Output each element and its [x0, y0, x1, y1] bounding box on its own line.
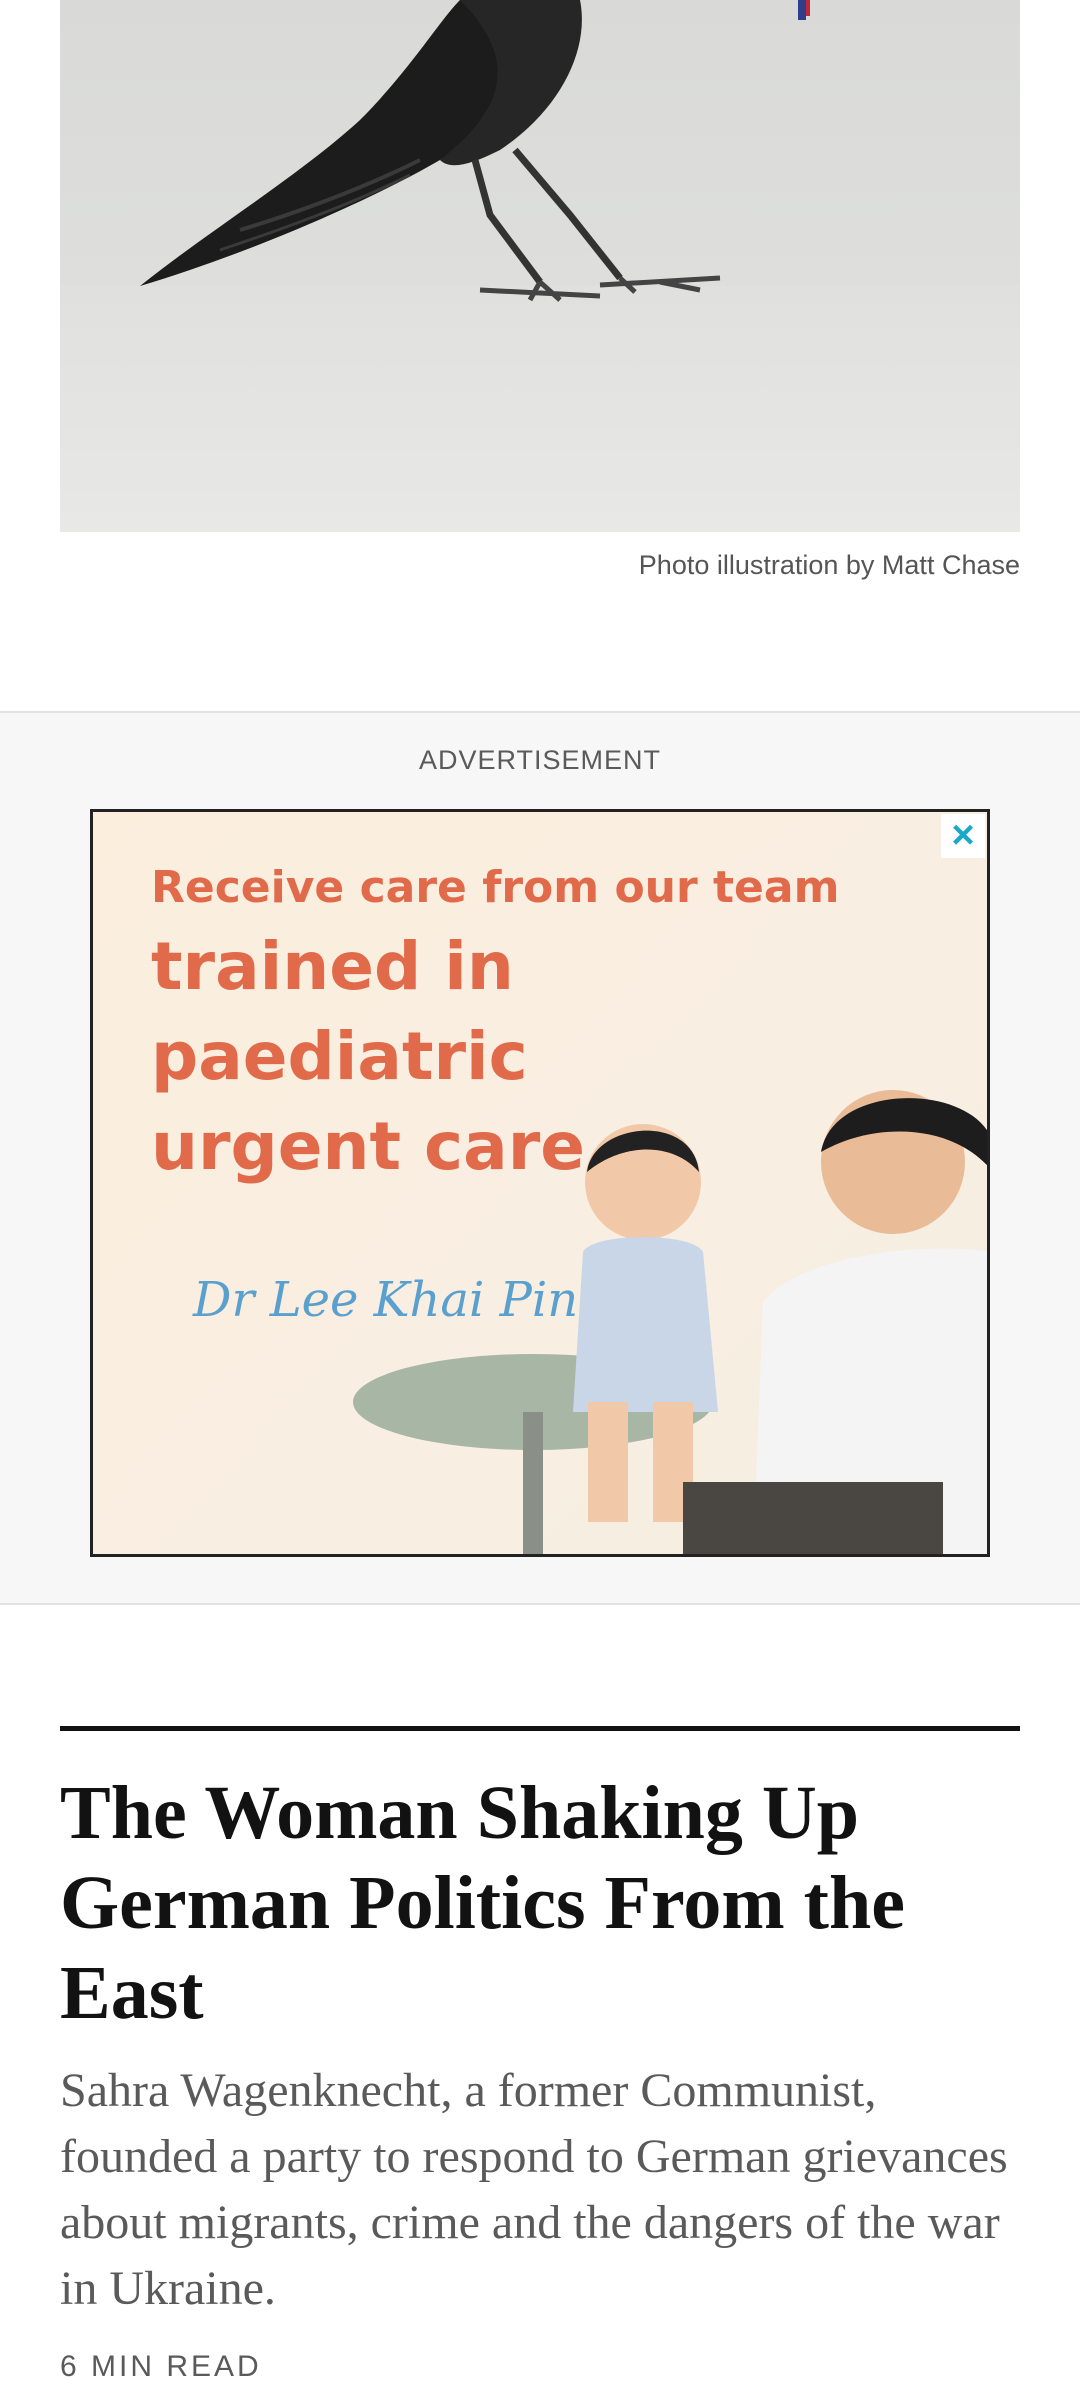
ad-tagline: Receive care from our team: [151, 862, 840, 913]
advertisement-label: ADVERTISEMENT: [418, 745, 662, 775]
advertisement-banner[interactable]: × Receive care from our team trained in …: [90, 809, 990, 1557]
advertisement-section: ADVERTISEMENT × Receive care from our te…: [0, 711, 1080, 1605]
article-headline[interactable]: The Woman Shaking Up German Politics Fro…: [60, 1768, 1020, 2038]
hero-image[interactable]: [60, 0, 1020, 532]
article-summary[interactable]: Sahra Wagenknecht, a former Communist, f…: [60, 2058, 1020, 2322]
section-divider: [60, 1726, 1020, 1731]
close-icon[interactable]: ×: [941, 814, 985, 858]
crow-illustration: [140, 0, 810, 302]
photo-caption: Photo illustration by Matt Chase: [638, 550, 1020, 580]
read-time: 6 MIN READ: [60, 2350, 262, 2383]
ad-doctor-child-photo: [353, 1090, 987, 1554]
